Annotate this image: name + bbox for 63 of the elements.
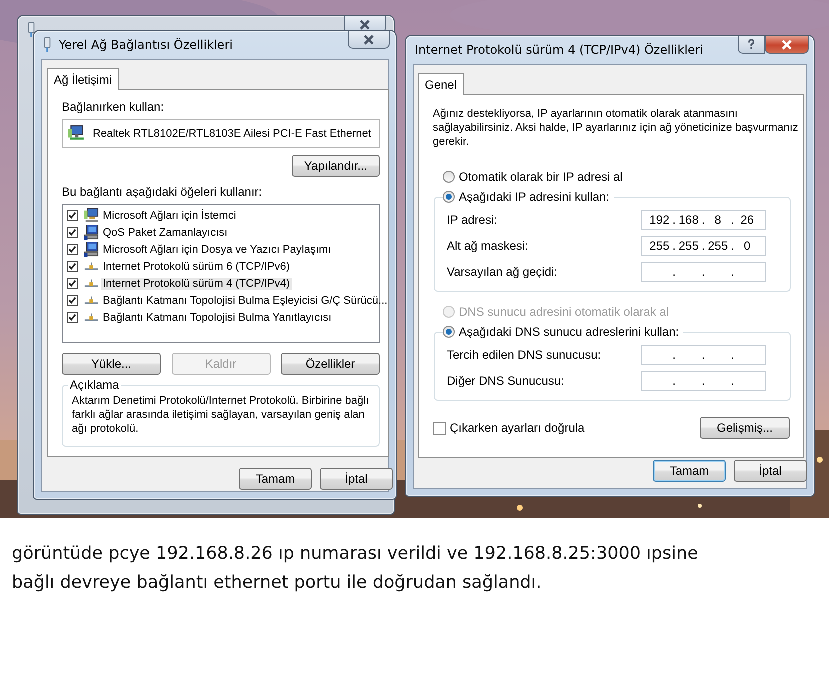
field-label: Varsayılan ağ geçidi: xyxy=(447,265,558,279)
help-icon xyxy=(747,39,756,50)
field-label: Tercih edilen DNS sunucusu: xyxy=(447,348,602,362)
adapter-name: Realtek RTL8102E/RTL8103E Ailesi PCI-E Fast Ethernet xyxy=(93,128,372,140)
close-button[interactable] xyxy=(765,36,809,54)
field-label: Alt ağ maskesi: xyxy=(447,239,528,253)
dialog-button[interactable]: Tamam xyxy=(239,468,312,490)
ip-address-field[interactable]: . . . xyxy=(641,262,766,282)
list-item[interactable]: Bağlantı Katmanı Topolojisi Bulma Eşleyicisi G/Ç Sürücü... xyxy=(101,294,390,306)
checkbox[interactable] xyxy=(67,295,78,306)
tab[interactable]: Ağ İletişimi xyxy=(47,68,120,90)
dialog-button[interactable]: İptal xyxy=(734,460,807,482)
window-title: Internet Protokolü sürüm 4 (TCP/IPv4) Özellikleri xyxy=(415,43,704,57)
help-button[interactable] xyxy=(738,36,765,54)
action-button[interactable]: Yükle... xyxy=(62,353,161,375)
radio-label[interactable]: Aşağıdaki IP adresini kullan: xyxy=(459,190,610,204)
close-icon xyxy=(781,40,793,50)
window-title: Yerel Ağ Bağlantısı Özellikleri xyxy=(59,38,233,52)
ip-address-field[interactable]: . . . xyxy=(641,371,766,391)
list-item[interactable]: Bağlantı Katmanı Topolojisi Bulma Yanıtlayıcısı xyxy=(101,312,334,324)
checkbox[interactable] xyxy=(67,278,78,289)
list-item[interactable]: QoS Paket Zamanlayıcısı xyxy=(101,226,230,238)
list-item[interactable]: Internet Protokolü sürüm 4 (TCP/IPv4) xyxy=(101,278,292,290)
list-item[interactable]: Internet Protokolü sürüm 6 (TCP/IPv6) xyxy=(101,260,292,272)
configure-button[interactable]: Yapılandır... xyxy=(292,155,380,177)
radio-button[interactable] xyxy=(443,326,455,338)
checkbox-label[interactable]: Çıkarken ayarları doğrula xyxy=(450,421,585,435)
close-icon xyxy=(363,34,375,44)
field-label: Bu bağlantı aşağıdaki öğeleri kullanır: xyxy=(62,185,262,199)
advanced-button[interactable]: Gelişmiş... xyxy=(700,417,790,439)
tab[interactable]: Genel xyxy=(418,73,464,95)
description-text: Aktarım Denetimi Protokolü/Internet Protokolü. Birbirine bağlı farklı ağlar arasında iletişimi sağlayan, varsayılan geniş alan ağı protokolü. xyxy=(72,394,370,436)
action-button[interactable]: Özellikler xyxy=(281,353,380,375)
checkbox[interactable] xyxy=(433,422,446,434)
field-label: Diğer DNS Sunucusu: xyxy=(447,374,564,388)
network-client-icon xyxy=(84,208,99,223)
group-title: Açıklama xyxy=(68,378,122,392)
caption-text: görüntüde pcye 192.168.8.26 ıp numarası verildi ve 192.168.8.25:3000 ıpsine bağlı devreye bağlantı ethernet portu ile doğrudan sağlandı. xyxy=(11,543,700,595)
checkbox[interactable] xyxy=(67,227,78,238)
checkbox[interactable] xyxy=(67,210,78,221)
computer-icon xyxy=(84,242,99,257)
network-computer-icon xyxy=(68,125,85,142)
list-item[interactable]: Microsoft Ağları için Dosya ve Yazıcı Paylaşımı xyxy=(101,244,334,256)
ip-address-field[interactable]: 192 . 168 . 8 . 26 xyxy=(641,210,766,230)
radio-button[interactable] xyxy=(443,191,455,203)
ip-address-field[interactable]: . . . xyxy=(641,345,766,365)
checkbox[interactable] xyxy=(67,261,78,272)
dialog-button[interactable]: İptal xyxy=(320,468,393,490)
field-label: Bağlanırken kullan: xyxy=(62,100,164,114)
network-adapter-icon xyxy=(43,37,52,53)
list-item[interactable]: Microsoft Ağları için İstemci xyxy=(101,210,238,222)
field-label: IP adresi: xyxy=(447,213,498,227)
intro-text: Ağınız destekliyorsa, IP ayarlarının otomatik olarak atanmasını sağlayabilirsiniz. Aksi halde, IP ayarlarınız için ağ yöneticinize başvurmanız gerekir. xyxy=(433,107,799,149)
radio-button[interactable] xyxy=(443,171,455,183)
close-button[interactable] xyxy=(348,31,390,49)
radio-label[interactable]: Aşağıdaki DNS sunucu adreslerini kullan: xyxy=(459,325,680,339)
dialog-button[interactable]: Tamam xyxy=(653,460,726,482)
ip-address-field[interactable]: 255 . 255 . 255 . 0 xyxy=(641,236,766,256)
checkbox[interactable] xyxy=(67,312,78,323)
computer-icon xyxy=(84,225,99,240)
radio-label[interactable]: Otomatik olarak bir IP adresi al xyxy=(459,170,623,184)
checkbox[interactable] xyxy=(67,244,78,255)
network-adapter-icon xyxy=(27,22,36,38)
